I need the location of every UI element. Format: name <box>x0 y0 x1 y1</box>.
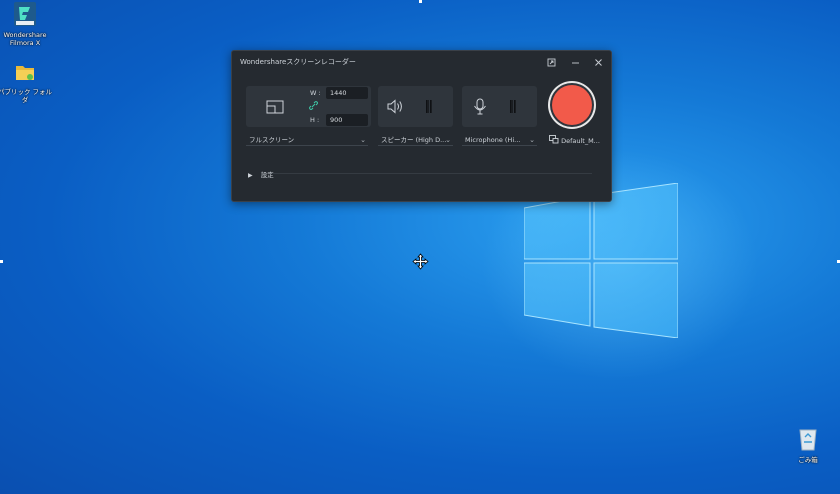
desktop-icon-label: パブリック フォルダ <box>0 88 53 104</box>
recycle-bin-icon <box>799 429 817 451</box>
speaker-panel <box>378 86 453 127</box>
capture-handle-left[interactable] <box>0 260 3 263</box>
desktop-icon-recycle-bin[interactable]: ごみ箱 <box>778 426 838 464</box>
desktop-icon-label: ごみ箱 <box>798 456 818 464</box>
microphone-icon[interactable] <box>473 98 487 115</box>
expand-arrow-icon: ▶ <box>248 172 253 179</box>
height-input[interactable]: 900 <box>326 114 368 126</box>
speaker-device-value: スピーカー (High D... <box>381 136 447 144</box>
microphone-device-value: Microphone (Hi... <box>465 136 521 144</box>
window-title: Wondershareスクリーンレコーダー <box>240 58 356 66</box>
width-label: W : <box>310 89 321 97</box>
move-cursor-icon <box>412 253 429 270</box>
microphone-device-dropdown[interactable]: Microphone (Hi... ⌄ <box>462 134 537 146</box>
recorder-window: Wondershareスクリーンレコーダー W : 1440 H : 900 フ… <box>231 50 612 202</box>
capture-area-panel: W : 1440 H : 900 <box>246 86 371 127</box>
record-button[interactable] <box>552 85 592 125</box>
height-label: H : <box>310 116 320 124</box>
close-icon[interactable] <box>591 55 605 69</box>
screen-region-icon <box>266 100 284 113</box>
chevron-down-icon: ⌄ <box>529 136 535 144</box>
desktop-icon-public-folder[interactable]: パブリック フォルダ <box>0 60 55 104</box>
speaker-icon[interactable] <box>387 99 404 114</box>
capture-handle-top[interactable] <box>419 0 422 3</box>
filmora-app-icon <box>14 2 36 26</box>
desktop-icon-label: Wondershare Filmora X <box>3 31 47 47</box>
width-input[interactable]: 1440 <box>326 87 368 99</box>
output-device-selector[interactable]: Default_M... <box>549 135 609 146</box>
camera-screen-icon <box>549 135 559 144</box>
chevron-down-icon: ⌄ <box>360 136 366 144</box>
recorder-titlebar[interactable]: Wondershareスクリーンレコーダー <box>232 51 611 73</box>
minimize-icon[interactable] <box>568 55 582 69</box>
folder-icon <box>16 66 34 80</box>
microphone-panel <box>462 86 537 127</box>
aspect-lock-link-icon[interactable] <box>309 101 318 110</box>
microphone-level-meter <box>510 100 516 113</box>
capture-mode-value: フルスクリーン <box>249 136 295 144</box>
output-device-value: Default_M... <box>561 137 600 145</box>
chevron-down-icon: ⌄ <box>445 136 451 144</box>
speaker-device-dropdown[interactable]: スピーカー (High D... ⌄ <box>378 134 453 146</box>
region-select-button[interactable] <box>246 86 304 127</box>
windows-logo <box>524 183 678 338</box>
capture-mode-dropdown[interactable]: フルスクリーン ⌄ <box>246 134 368 146</box>
speaker-level-meter <box>426 100 432 113</box>
desktop-icon-filmora[interactable]: Wondershare Filmora X <box>0 1 55 47</box>
settings-toggle[interactable]: ▶ 設定 <box>248 169 274 179</box>
pin-window-icon[interactable] <box>544 55 558 69</box>
settings-divider <box>272 173 592 174</box>
